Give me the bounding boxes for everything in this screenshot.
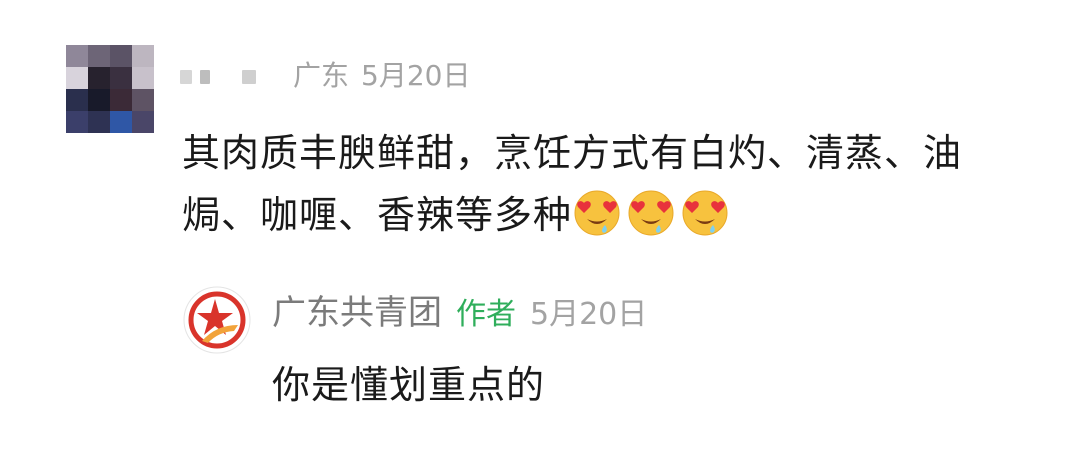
comment-date: 5月20日 — [361, 59, 471, 92]
reply-date: 5月20日 — [530, 297, 648, 332]
commenter-username-blurred[interactable] — [180, 64, 276, 90]
comment-emojis — [572, 190, 734, 237]
author-badge: 作者 — [456, 297, 516, 332]
heart-eyes-drooling-face-emoji — [628, 190, 674, 236]
heart-eyes-drooling-face-emoji — [682, 190, 728, 236]
comment-body: 其肉质丰腴鲜甜，烹饪方式有白灼、清蒸、油焗、咖喱、香辣等多种 — [182, 122, 972, 246]
comment-location: 广东 — [293, 59, 350, 92]
comment-thread: 广东 5月20日 其肉质丰腴鲜甜，烹饪方式有白灼、清蒸、油焗、咖喱、香辣等多种 广… — [0, 0, 1080, 470]
reply-avatar-logo[interactable] — [182, 285, 252, 355]
reply-username[interactable]: 广东共青团 — [272, 293, 442, 333]
heart-eyes-drooling-face-emoji — [574, 190, 620, 236]
reply-meta: 广东共青团 作者 5月20日 — [272, 288, 647, 338]
comment-meta: 广东 5月20日 — [293, 56, 470, 96]
reply-body: 你是懂划重点的 — [272, 363, 546, 407]
commenter-avatar[interactable] — [66, 45, 154, 133]
